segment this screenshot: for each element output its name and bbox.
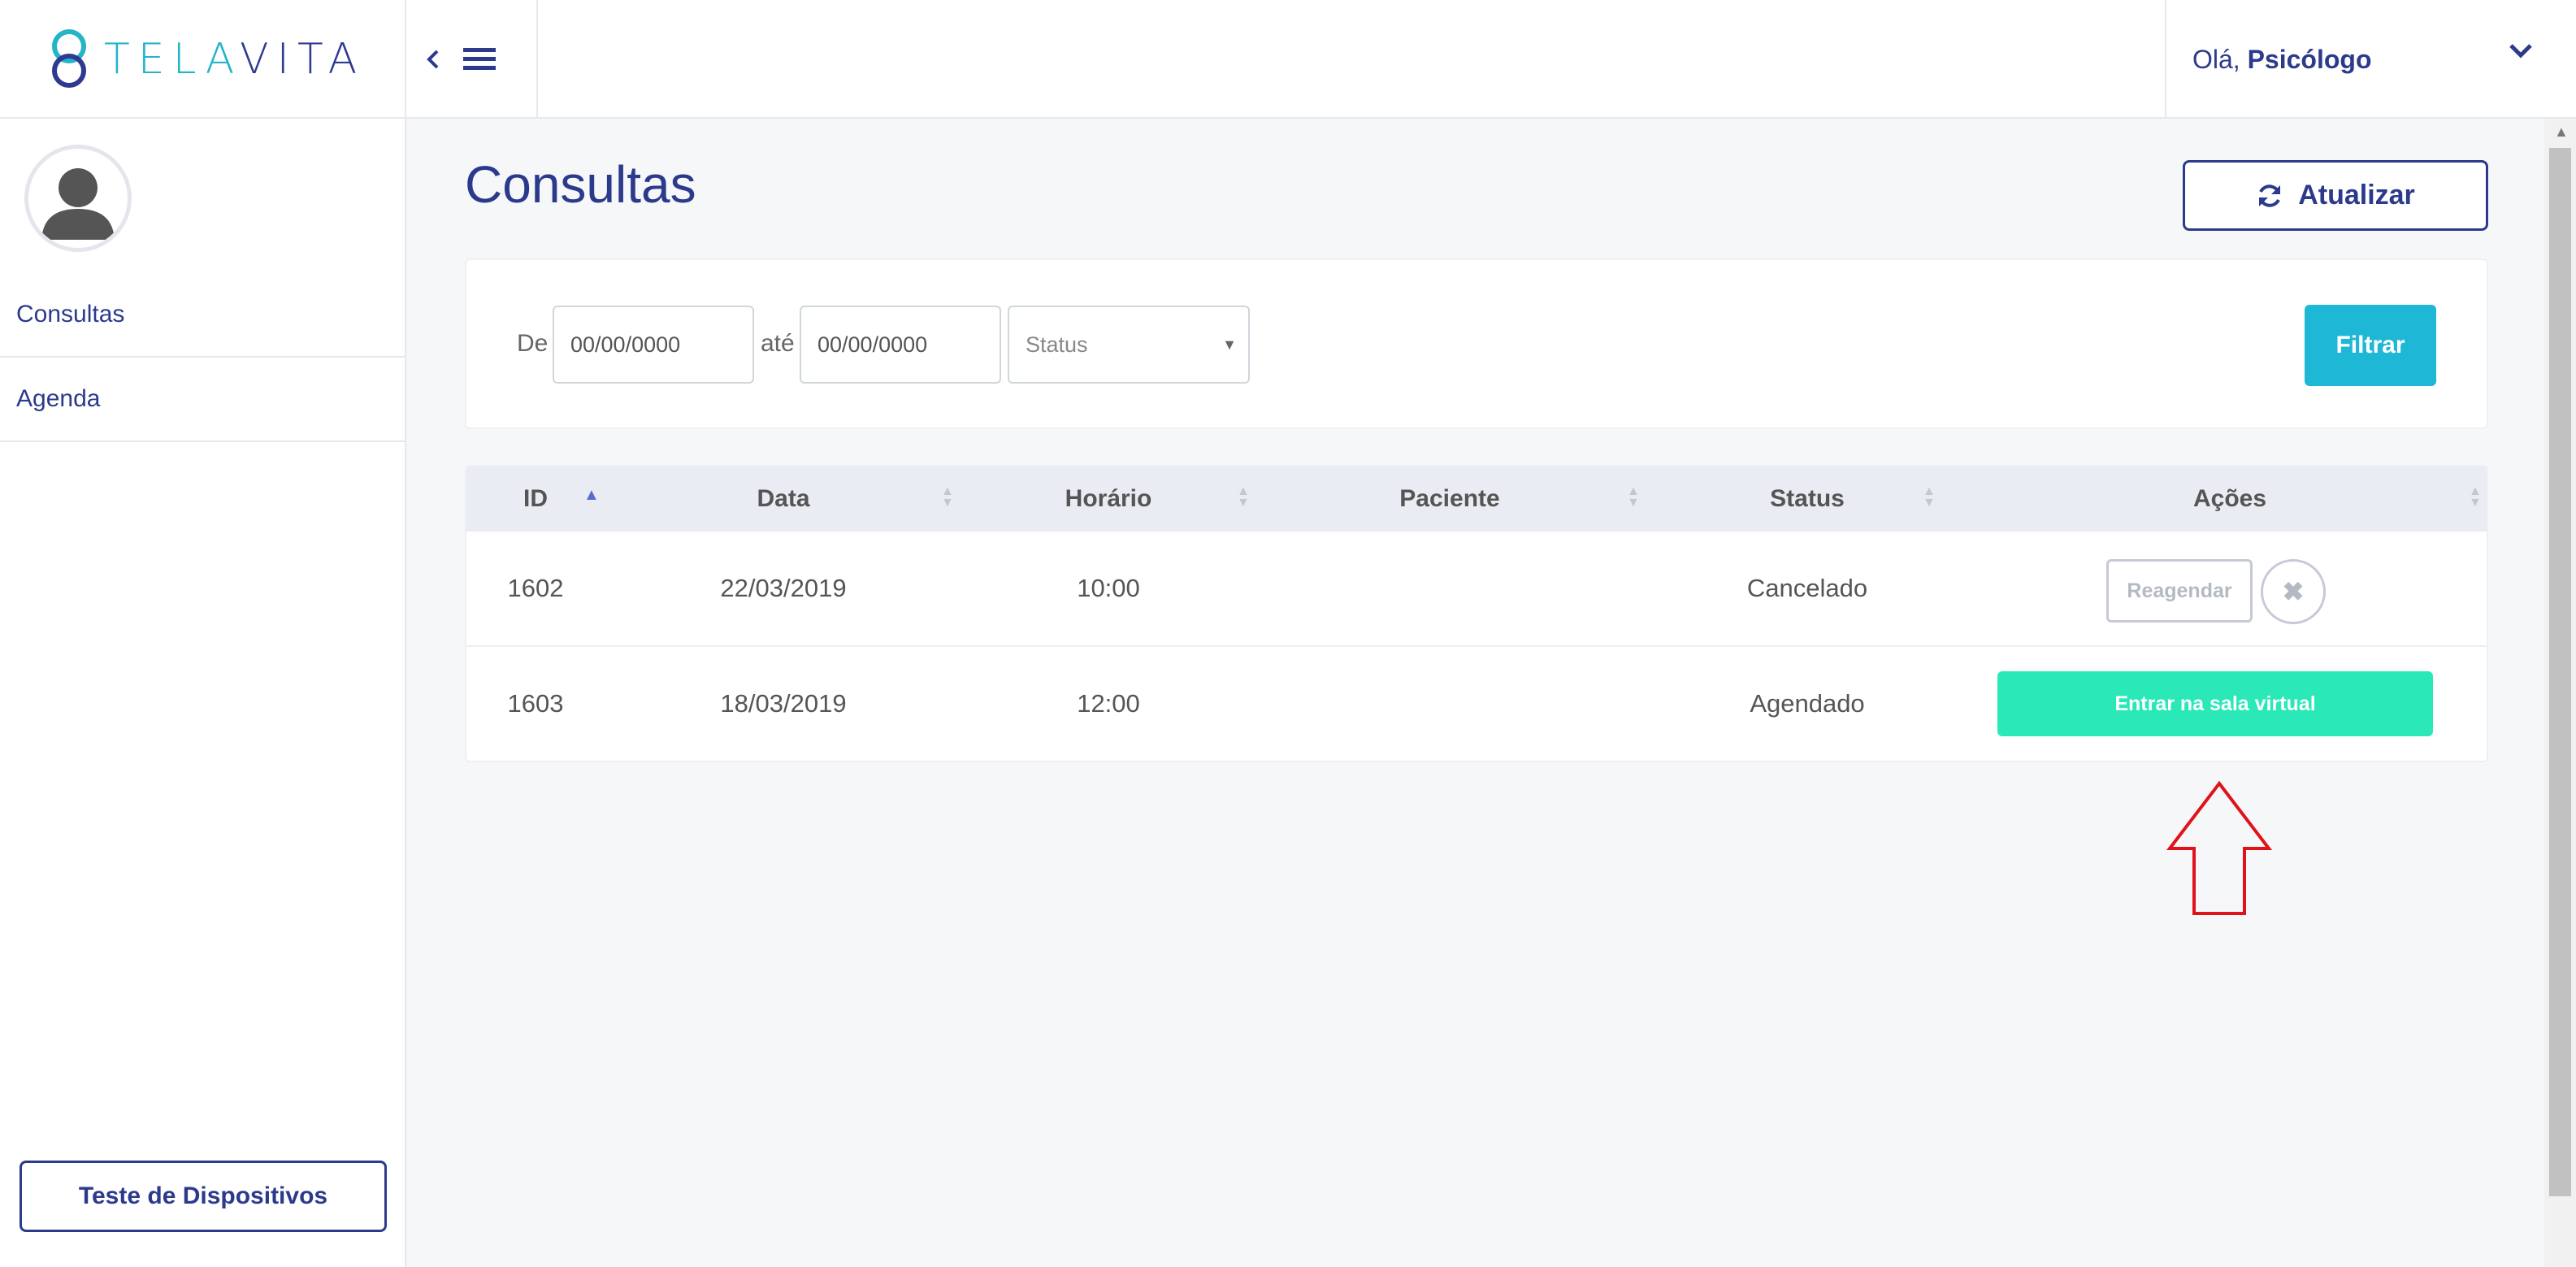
column-header-data[interactable]: Data bbox=[605, 466, 962, 532]
close-icon: ✖ bbox=[2282, 577, 2305, 606]
sort-icon[interactable]: ▲ ▼ bbox=[2469, 485, 2482, 510]
sort-icon[interactable]: ▲ ▼ bbox=[1237, 485, 1250, 510]
cell-status: Cancelado bbox=[1746, 574, 1868, 602]
arrow-up-annotation-icon bbox=[2166, 780, 2273, 915]
enter-virtual-room-button[interactable]: Entrar na sala virtual bbox=[1997, 671, 2433, 736]
column-header-status[interactable]: Status bbox=[1645, 466, 1970, 532]
cell-patient bbox=[1255, 532, 1645, 645]
logo-mark-icon bbox=[52, 29, 86, 88]
status-placeholder: Status bbox=[1026, 332, 1088, 357]
user-greeting: Olá, Psicólogo bbox=[2192, 44, 2372, 74]
refresh-icon bbox=[2259, 184, 2281, 207]
top-bar: TELAVITA Olá, Psicólogo bbox=[0, 0, 2576, 119]
sidebar-item-label: Agenda bbox=[16, 385, 101, 412]
cancel-button[interactable]: ✖ bbox=[2261, 559, 2326, 624]
sort-icon[interactable]: ▲ ▼ bbox=[1923, 485, 1936, 510]
column-header-acoes[interactable]: Ações bbox=[1970, 466, 2487, 532]
page-title: Consultas bbox=[465, 155, 696, 214]
date-from-input[interactable]: 00/00/0000 bbox=[553, 306, 754, 384]
cell-id: 1602 bbox=[507, 574, 564, 602]
sort-icon[interactable]: ▲ ▼ bbox=[941, 485, 954, 510]
caret-down-icon: ▼ bbox=[1222, 336, 1237, 353]
scrollbar-thumb[interactable] bbox=[2549, 148, 2571, 1196]
status-select[interactable]: Status ▼ bbox=[1008, 306, 1250, 384]
sort-asc-icon[interactable]: ▲ bbox=[583, 487, 600, 503]
cell-date: 18/03/2019 bbox=[720, 689, 847, 718]
cell-date: 22/03/2019 bbox=[720, 574, 847, 602]
appointments-table: ID ▲ Data ▲ ▼ Horário ▲ ▼ Paciente ▲ ▼ Stat… bbox=[465, 465, 2488, 762]
sort-icon[interactable]: ▲ ▼ bbox=[1627, 485, 1640, 510]
sidebar: Consultas Agenda Teste de Dispositivos bbox=[0, 119, 406, 1267]
brand-logo[interactable]: TELAVITA bbox=[0, 0, 406, 119]
vertical-scrollbar[interactable]: ▲ bbox=[2544, 119, 2576, 1267]
device-test-button[interactable]: Teste de Dispositivos bbox=[20, 1161, 387, 1232]
table-row: 1602 22/03/2019 10:00 Cancelado Reagenda… bbox=[466, 532, 2487, 647]
refresh-button[interactable]: Atualizar bbox=[2183, 160, 2488, 231]
sidebar-item-consultas[interactable]: Consultas bbox=[0, 273, 406, 358]
to-label: até bbox=[761, 330, 795, 357]
sidebar-item-label: Consultas bbox=[16, 301, 125, 328]
table-header: ID ▲ Data ▲ ▼ Horário ▲ ▼ Paciente ▲ ▼ Stat… bbox=[466, 466, 2487, 532]
table-row: 1603 18/03/2019 12:00 Agendado Entrar na… bbox=[466, 647, 2487, 761]
cell-time: 10:00 bbox=[1077, 574, 1140, 602]
chevron-down-icon[interactable] bbox=[2506, 39, 2535, 62]
user-avatar-icon bbox=[24, 145, 132, 252]
hamburger-menu-icon[interactable] bbox=[462, 43, 497, 76]
column-header-horario[interactable]: Horário bbox=[962, 466, 1255, 532]
column-header-paciente[interactable]: Paciente bbox=[1255, 466, 1645, 532]
cell-patient bbox=[1255, 647, 1645, 761]
from-label: De bbox=[517, 330, 549, 357]
cell-status: Agendado bbox=[1750, 689, 1865, 718]
cell-time: 12:00 bbox=[1077, 689, 1140, 718]
cell-id: 1603 bbox=[507, 689, 564, 718]
scroll-up-icon[interactable]: ▲ bbox=[2554, 124, 2569, 141]
logo-text: TELAVITA bbox=[104, 35, 366, 84]
reschedule-button[interactable]: Reagendar bbox=[2106, 559, 2253, 623]
refresh-label: Atualizar bbox=[2298, 180, 2415, 210]
date-to-input[interactable]: 00/00/0000 bbox=[800, 306, 1001, 384]
filter-button[interactable]: Filtrar bbox=[2305, 305, 2436, 386]
back-chevron-icon[interactable] bbox=[421, 43, 445, 76]
nav-controls bbox=[406, 0, 538, 119]
user-menu[interactable]: Olá, Psicólogo bbox=[2165, 0, 2576, 119]
sidebar-item-agenda[interactable]: Agenda bbox=[0, 358, 406, 442]
